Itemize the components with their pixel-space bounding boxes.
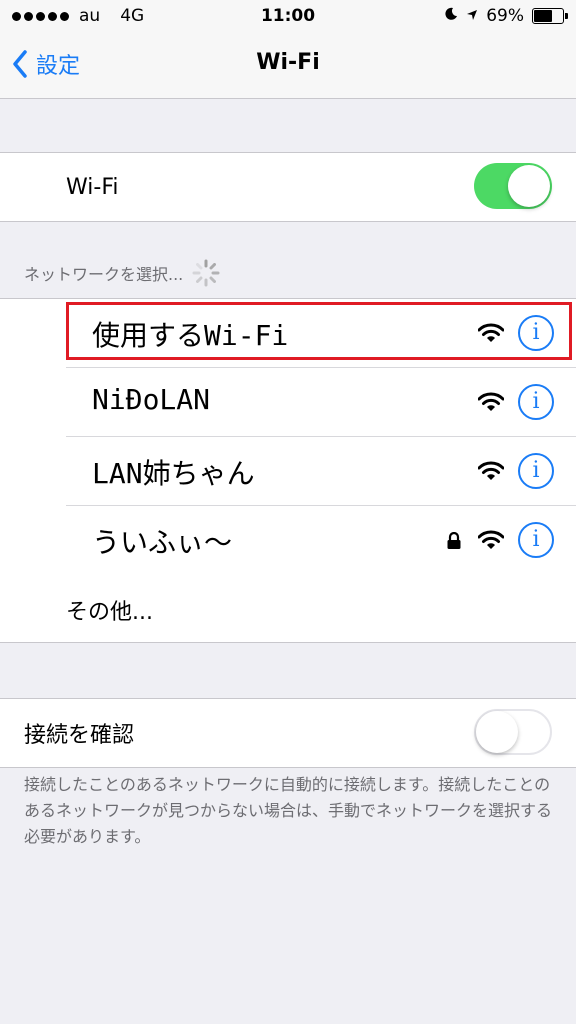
- navigation-bar: 設定 Wi-Fi: [0, 34, 576, 99]
- choose-network-header: ネットワークを選択...: [24, 258, 221, 288]
- network-items: 使用するWi-Fi i NiĐoLAN i LAN姉ちゃん i ういふぃ〜 i: [0, 299, 576, 574]
- wifi-signal-icon: [477, 461, 505, 485]
- network-name: ういふぃ〜: [92, 526, 233, 559]
- ask-to-join-description: 接続したことのあるネットワークに自動的に接続します。接続したことのあるネットワー…: [24, 775, 553, 846]
- info-button[interactable]: i: [518, 315, 554, 351]
- wifi-toggle-row: Wi-Fi: [0, 153, 576, 221]
- ask-to-join-group: 接続を確認: [0, 698, 576, 768]
- network-name: 使用するWi-Fi: [92, 319, 289, 352]
- network-row[interactable]: 使用するWi-Fi i: [66, 299, 576, 368]
- loading-spinner-icon: [192, 259, 220, 287]
- page-title: Wi-Fi: [256, 50, 320, 75]
- section-header-label: ネットワークを選択...: [24, 265, 184, 284]
- network-row[interactable]: LAN姉ちゃん i: [66, 437, 576, 506]
- ask-to-join-row: 接続を確認: [0, 699, 576, 767]
- other-label: その他...: [66, 600, 153, 625]
- battery-percent: 69%: [486, 6, 524, 26]
- wifi-label: Wi-Fi: [66, 174, 119, 200]
- wifi-switch[interactable]: [474, 163, 552, 209]
- battery-level: [534, 10, 552, 22]
- info-button[interactable]: i: [518, 384, 554, 420]
- network-row[interactable]: NiĐoLAN i: [66, 368, 576, 437]
- network-name: NiĐoLAN: [92, 383, 211, 416]
- switch-knob: [476, 711, 518, 753]
- ask-to-join-switch[interactable]: [474, 709, 552, 755]
- network-name: LAN姉ちゃん: [92, 457, 255, 490]
- info-button[interactable]: i: [518, 453, 554, 489]
- moon-icon: [444, 6, 458, 26]
- wifi-signal-icon: [477, 392, 505, 416]
- wifi-signal-icon: [477, 323, 505, 347]
- lock-icon: [446, 531, 462, 554]
- other-network-row[interactable]: その他...: [0, 574, 576, 642]
- status-right: 69%: [444, 6, 568, 26]
- info-button[interactable]: i: [518, 522, 554, 558]
- location-arrow-icon: [466, 6, 478, 26]
- battery-icon: [532, 8, 568, 24]
- status-bar: au 4G 11:00 69%: [0, 0, 576, 34]
- wifi-signal-icon: [477, 530, 505, 554]
- switch-knob: [508, 165, 550, 207]
- wifi-toggle-group: Wi-Fi: [0, 152, 576, 222]
- network-row[interactable]: ういふぃ〜 i: [66, 506, 576, 574]
- ask-to-join-label: 接続を確認: [24, 723, 135, 748]
- network-list: 使用するWi-Fi i NiĐoLAN i LAN姉ちゃん i ういふぃ〜 i その他...: [0, 298, 576, 643]
